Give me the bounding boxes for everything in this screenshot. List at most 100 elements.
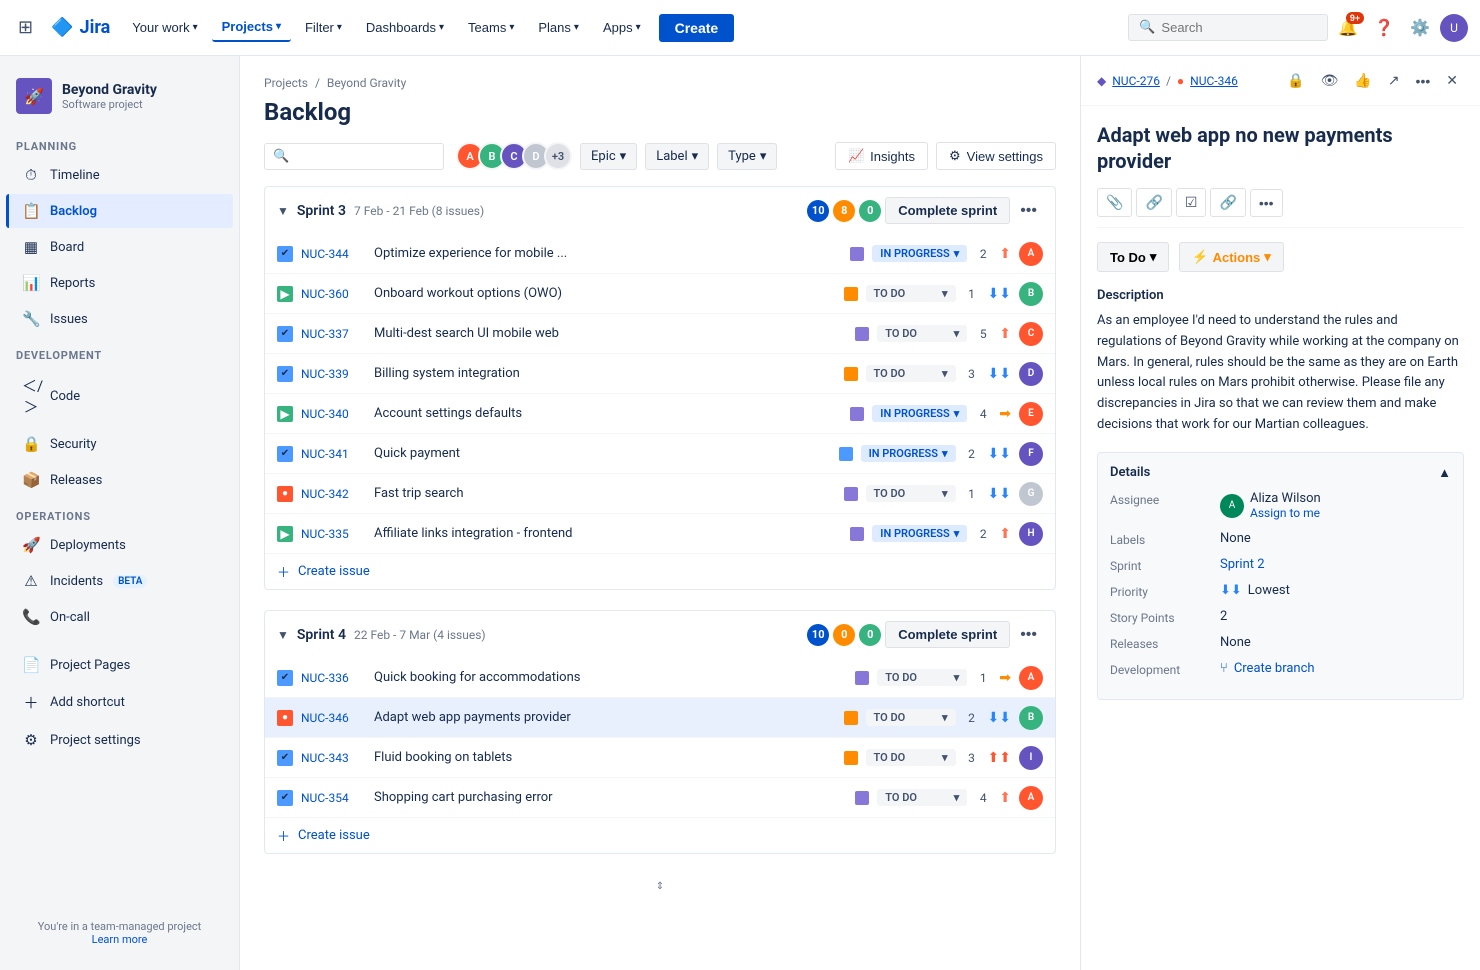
status-button[interactable]: To Do ▾ [1097,242,1169,272]
status-badge[interactable]: TO DO ▾ [866,709,956,726]
sidebar-item-backlog[interactable]: 📋 Backlog [6,194,233,228]
issue-row[interactable]: ▶ NUC-340 Account settings defaults IN P… [265,394,1055,434]
sprint-4-create-issue[interactable]: ＋ Create issue [265,818,1055,853]
issue-summary: Multi-dest search UI mobile web [374,326,847,341]
status-badge[interactable]: IN PROGRESS ▾ [872,525,967,542]
insights-button[interactable]: 📈 Insights [835,142,928,170]
checklist-button[interactable]: ☑ [1176,188,1207,217]
nav-plans[interactable]: Plans ▾ [528,14,589,41]
type-filter[interactable]: Type ▾ [717,143,777,170]
resize-handle[interactable]: ⇕ [264,874,1056,898]
nav-yourwork[interactable]: Your work ▾ [122,14,207,41]
status-badge[interactable]: TO DO ▾ [877,325,967,342]
view-settings-button[interactable]: ⚙ View settings [936,142,1056,170]
nav-projects[interactable]: Projects ▾ [212,13,291,42]
create-branch-link[interactable]: Create branch [1234,661,1315,676]
sidebar-item-oncall[interactable]: 📞 On-call [6,600,233,634]
nav-filter[interactable]: Filter ▾ [295,14,352,41]
settings-button[interactable]: ⚙️ [1404,12,1436,44]
issue-row[interactable]: ✔ NUC-336 Quick booking for accommodatio… [265,658,1055,698]
sprint-link[interactable]: Sprint 2 [1220,557,1265,572]
like-button[interactable]: 👍 [1348,68,1377,93]
more-tools-btn[interactable]: ••• [1250,189,1283,217]
issue-row[interactable]: ✔ NUC-337 Multi-dest search UI mobile we… [265,314,1055,354]
status-badge[interactable]: TO DO ▾ [866,365,956,382]
close-button[interactable]: ✕ [1440,68,1464,93]
sidebar-item-reports[interactable]: 📊 Reports [6,266,233,300]
link-button[interactable]: 🔗 [1210,188,1245,217]
help-button[interactable]: ❓ [1368,12,1400,44]
sprint-4-toggle[interactable]: ▼ [277,628,289,642]
issue-row[interactable]: ✔ NUC-339 Billing system integration TO … [265,354,1055,394]
sprint-3-more-btn[interactable]: ••• [1014,198,1043,224]
user-avatar[interactable]: U [1440,14,1468,42]
search-input[interactable] [1161,20,1301,35]
sprint-3-issues: ✔ NUC-344 Optimize experience for mobile… [265,234,1055,554]
grid-icon[interactable]: ⊞ [12,11,39,44]
sprint-4-more-btn[interactable]: ••• [1014,622,1043,648]
child-issues-button[interactable]: 🔗 [1136,188,1171,217]
parent-ref-link[interactable]: NUC-276 [1112,74,1160,88]
breadcrumb-project[interactable]: Beyond Gravity [327,76,406,90]
issue-row[interactable]: ✔ NUC-344 Optimize experience for mobile… [265,234,1055,274]
nav-dashboards[interactable]: Dashboards ▾ [356,14,454,41]
sprint-3-toggle[interactable]: ▼ [277,204,289,218]
share-button[interactable]: ↗ [1382,68,1406,93]
breadcrumb-projects[interactable]: Projects [264,76,308,90]
sidebar-item-incidents[interactable]: ⚠ Incidents BETA [6,564,233,598]
issue-label-color [844,751,858,765]
search-bar[interactable]: 🔍 [1128,14,1328,41]
insights-icon: 📈 [848,148,864,164]
notifications-button[interactable]: 🔔 9+ [1332,12,1364,44]
sidebar-item-add-shortcut[interactable]: ＋ Add shortcut [6,684,233,721]
issue-ref-link[interactable]: NUC-346 [1190,74,1238,88]
attach-button[interactable]: 📎 [1097,188,1132,217]
details-card-header[interactable]: Details ▲ [1110,465,1451,481]
status-badge[interactable]: TO DO ▾ [877,789,967,806]
status-badge[interactable]: IN PROGRESS ▾ [861,445,956,462]
status-badge[interactable]: TO DO ▾ [866,285,956,302]
sidebar-item-issues[interactable]: 🔧 Issues [6,302,233,336]
sidebar-item-timeline[interactable]: ⏱ Timeline [6,158,233,192]
sidebar-item-releases[interactable]: 📦 Releases [6,463,233,497]
sidebar-item-deployments[interactable]: 🚀 Deployments [6,528,233,562]
issue-row[interactable]: ▶ NUC-360 Onboard workout options (OWO) … [265,274,1055,314]
footer-link[interactable]: Learn more [92,933,148,946]
nav-teams[interactable]: Teams ▾ [458,14,524,41]
status-badge[interactable]: TO DO ▾ [877,669,967,686]
sprint-3-complete-btn[interactable]: Complete sprint [885,197,1010,224]
epic-filter[interactable]: Epic ▾ [580,143,637,170]
nav-apps[interactable]: Apps ▾ [593,14,651,41]
sidebar-item-project-pages[interactable]: 📄 Project Pages [6,648,233,682]
issue-row[interactable]: ✔ NUC-341 Quick payment IN PROGRESS ▾ 2 … [265,434,1055,474]
issue-row[interactable]: ● NUC-342 Fast trip search TO DO ▾ 1 ⬇⬇ … [265,474,1055,514]
status-badge[interactable]: TO DO ▾ [866,749,956,766]
sidebar-item-board[interactable]: ▦ Board [6,230,233,264]
status-badge[interactable]: IN PROGRESS ▾ [872,245,967,262]
issue-row[interactable]: ✔ NUC-354 Shopping cart purchasing error… [265,778,1055,818]
sidebar-item-project-settings[interactable]: ⚙ Project settings [6,723,233,757]
sprint-4-header[interactable]: ▼ Sprint 4 22 Feb - 7 Mar (4 issues) 10 … [265,611,1055,658]
sidebar-item-security[interactable]: 🔒 Security [6,427,233,461]
sprint-4-complete-btn[interactable]: Complete sprint [885,621,1010,648]
status-badge[interactable]: IN PROGRESS ▾ [872,405,967,422]
sprint-3-header[interactable]: ▼ Sprint 3 7 Feb - 21 Feb (8 issues) 10 … [265,187,1055,234]
status-badge[interactable]: TO DO ▾ [866,485,956,502]
watch-button[interactable]: 👁 [1315,68,1345,93]
create-button[interactable]: Create [659,14,735,42]
assign-to-me-link[interactable]: Assign to me [1250,506,1320,520]
sprint-3-create-issue[interactable]: ＋ Create issue [265,554,1055,589]
issue-row[interactable]: ● NUC-346 Adapt web app payments provide… [265,698,1055,738]
issue-row[interactable]: ✔ NUC-343 Fluid booking on tablets TO DO… [265,738,1055,778]
sidebar-item-code[interactable]: ＜/＞ Code [6,367,233,425]
detail-more-btn[interactable]: ••• [1410,68,1437,93]
jira-logo[interactable]: 🔷 Jira [43,17,118,38]
priority-icon: ⬇⬇ [988,366,1011,382]
label-filter[interactable]: Label ▾ [645,143,709,170]
backlog-search-input[interactable] [295,149,435,164]
actions-button[interactable]: ⚡ Actions ▾ [1179,242,1283,272]
lock-button[interactable]: 🔒 [1281,68,1310,93]
backlog-search[interactable]: 🔍 [264,143,444,170]
issue-row[interactable]: ▶ NUC-335 Affiliate links integration - … [265,514,1055,554]
avatar-more[interactable]: +3 [544,142,572,170]
